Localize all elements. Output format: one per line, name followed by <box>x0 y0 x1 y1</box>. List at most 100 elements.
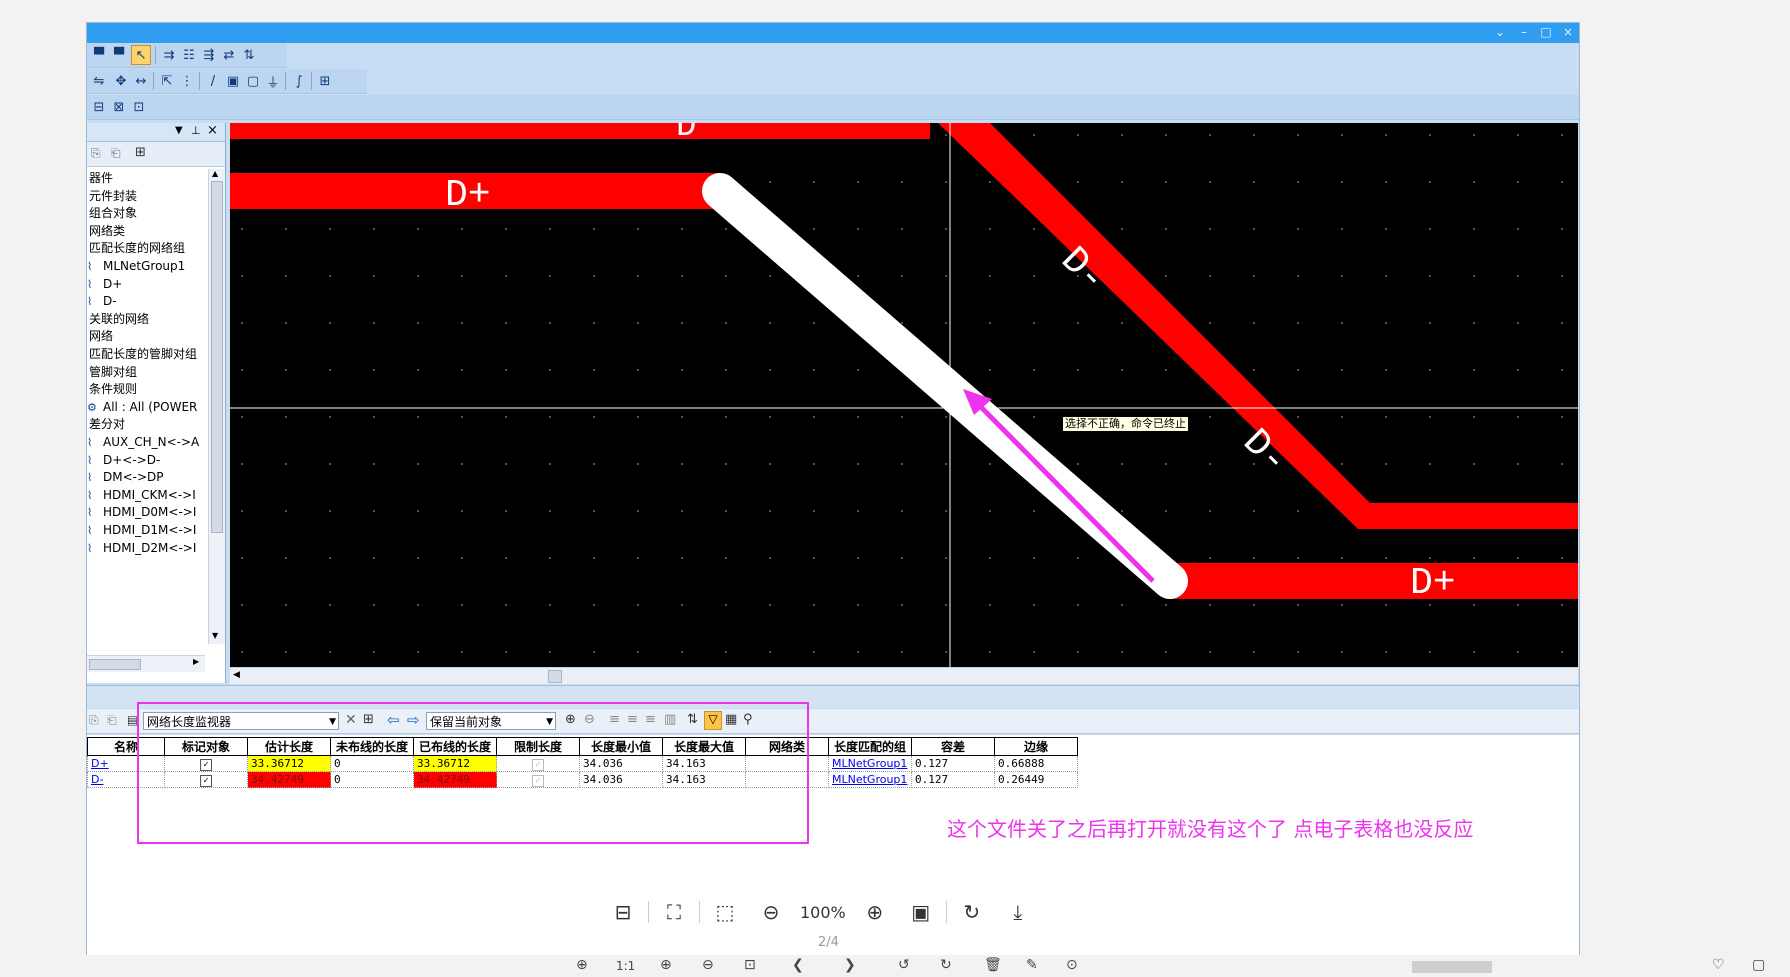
tree-item[interactable]: ⌇ AUX_CH_N<->A <box>87 433 199 452</box>
zoom-out-icon[interactable]: ⊖ <box>756 897 786 927</box>
select-arrow-icon[interactable]: ↖ <box>131 45 151 65</box>
zoom-in-small-icon[interactable]: ⊕ <box>660 957 672 973</box>
dropdown-icon[interactable]: ▼ <box>175 125 183 136</box>
undo-icon[interactable]: ↺ <box>898 957 910 973</box>
fullscreen-icon[interactable]: ⬚ <box>710 897 740 927</box>
move-icon[interactable]: ✥ <box>111 71 131 91</box>
tree-item[interactable]: 管脚对组 <box>89 363 137 382</box>
copy-icon[interactable]: ⎘ <box>91 146 101 161</box>
tree-item[interactable]: 条件规则 <box>89 380 137 399</box>
bus-route-icon[interactable]: ⇄ <box>219 45 239 65</box>
pen-icon[interactable]: / <box>203 71 223 91</box>
route-multi-icon[interactable]: ☷ <box>179 45 199 65</box>
pcb-canvas[interactable]: D D+ D- D- D+ 选择不正确，命令已终止 <box>230 123 1578 667</box>
cell-group[interactable]: MLNetGroup1 <box>828 771 912 788</box>
layer-pair-icon[interactable]: ▀ <box>109 45 129 65</box>
tree-item[interactable]: ⌇ D+ <box>87 275 122 294</box>
segment-icon[interactable]: ⋮ <box>177 71 197 91</box>
arc-icon[interactable]: ∫ <box>289 71 309 91</box>
next-icon[interactable]: ❯ <box>844 957 856 973</box>
cell-margin[interactable]: 0.66888 <box>994 755 1078 772</box>
comment-icon[interactable]: ▢ <box>1752 957 1765 973</box>
column-header[interactable]: 长度匹配的组 <box>828 737 912 756</box>
ground-icon[interactable]: ⏚ <box>263 71 283 91</box>
tree-scroll-thumb[interactable] <box>211 181 223 533</box>
thumbnail-strip[interactable] <box>1412 961 1492 973</box>
tree-item[interactable]: ⌇ HDMI_D2M<->I <box>87 539 196 558</box>
unlock-icon[interactable]: ▢ <box>243 71 263 91</box>
fanout-icon[interactable]: ⇶ <box>199 45 219 65</box>
actual-size-icon[interactable]: ▣ <box>906 897 936 927</box>
panel-properties-icon[interactable]: ⊞ <box>135 145 146 160</box>
tree-item[interactable]: ⌇ HDMI_D1M<->I <box>87 521 196 540</box>
tree-item[interactable]: 差分对 <box>89 415 125 434</box>
tree-item[interactable]: ⌇ HDMI_CKM<->I <box>87 486 196 505</box>
cell-margin[interactable]: 0.26449 <box>994 771 1078 788</box>
cell-tolerance[interactable]: 0.127 <box>911 755 995 772</box>
regroup-icon[interactable]: ⊡ <box>129 97 149 117</box>
close-icon[interactable]: × <box>1557 23 1579 43</box>
minimize-icon[interactable]: – <box>1513 23 1535 43</box>
tune-icon[interactable]: ⇅ <box>239 45 259 65</box>
ungroup-icon[interactable]: ⊠ <box>109 97 129 117</box>
tree-vertical-scrollbar[interactable]: ▲ ▼ <box>208 169 225 644</box>
tree-item[interactable]: 元件封装 <box>89 187 137 206</box>
favorite-icon[interactable]: ♡ <box>1712 957 1725 973</box>
tree-item[interactable]: ⌇ DM<->DP <box>87 468 164 487</box>
layer-icon[interactable]: ▀ <box>89 45 109 65</box>
move-layer-icon[interactable]: ⇋ <box>89 71 109 91</box>
stretch-icon[interactable]: ↔ <box>131 71 151 91</box>
more-icon[interactable]: ⊙ <box>1066 957 1078 973</box>
fit-screen-icon[interactable]: ⛶ <box>659 897 689 927</box>
collapse-icon[interactable]: ⌄ <box>1489 23 1511 43</box>
route-icon[interactable]: ⇉ <box>159 45 179 65</box>
tree-item[interactable]: 网络 <box>89 327 113 346</box>
tree-item[interactable]: ⚙ All : All (POWER <box>87 398 197 417</box>
tree-item[interactable]: 组合对象 <box>89 204 137 223</box>
title-bar: ⌄ – □ × <box>87 23 1579 43</box>
tree-item[interactable]: 关联的网络 <box>89 310 149 329</box>
delete-icon[interactable]: 🗑 <box>984 957 1002 973</box>
cell-tolerance[interactable]: 0.127 <box>911 771 995 788</box>
layout-icon[interactable]: ⊟ <box>608 897 638 927</box>
canvas-scroll-thumb[interactable] <box>548 670 562 683</box>
tree-item[interactable]: ⌇ D- <box>87 292 117 311</box>
tree-item[interactable]: ⌇ MLNetGroup1 <box>87 257 185 276</box>
tree-item[interactable]: ⌇ D+<->D- <box>87 451 160 470</box>
toolbar-row-1: ▀ ▀ ↖ ⇉ ☷ ⇶ ⇄ ⇅ <box>87 43 287 68</box>
redo-icon[interactable]: ↻ <box>940 957 952 973</box>
zoom-out-small-icon[interactable]: ⊖ <box>702 957 714 973</box>
canvas-horizontal-scrollbar[interactable]: ◀ <box>230 667 1578 684</box>
cell-group[interactable]: MLNetGroup1 <box>828 755 912 772</box>
tree-horizontal-scrollbar[interactable]: ▶ <box>87 655 205 672</box>
tree-item[interactable]: 匹配长度的网络组 <box>89 239 185 258</box>
prev-icon[interactable]: ❮ <box>792 957 804 973</box>
paste-icon[interactable]: ⎗ <box>107 713 117 728</box>
tree-hscroll-thumb[interactable] <box>89 659 141 670</box>
maximize-icon[interactable]: □ <box>1535 23 1557 43</box>
paste-icon[interactable]: ⎗ <box>111 146 121 161</box>
label-d-plus-right: D+ <box>1410 562 1456 605</box>
panel-close-icon[interactable]: × <box>207 123 218 138</box>
copy-icon[interactable]: ⎘ <box>89 713 99 728</box>
edit-pen-icon[interactable]: ✎ <box>1026 957 1038 973</box>
zoom-in-icon[interactable]: ⊕ <box>860 897 890 927</box>
download-icon[interactable]: ⤓ <box>1003 897 1033 927</box>
frame-icon[interactable]: ⊡ <box>744 957 756 973</box>
tree-item[interactable]: 匹配长度的管脚对组 <box>89 345 197 364</box>
tree-item[interactable]: 网络类 <box>89 222 125 241</box>
fit-icon[interactable]: ⊕ <box>576 957 588 973</box>
pin-icon[interactable]: ⊥ <box>191 124 201 137</box>
ratio-label[interactable]: 1:1 <box>616 959 635 973</box>
group-icon[interactable]: ⊟ <box>89 97 109 117</box>
rotate-icon[interactable]: ↻ <box>957 897 987 927</box>
tree-item[interactable]: ⌇ HDMI_D0M<->I <box>87 503 196 522</box>
tree-item-label: D+ <box>103 276 123 291</box>
tree-item[interactable]: 器件 <box>89 169 113 188</box>
properties-icon[interactable]: ⊞ <box>315 71 335 91</box>
label-d-plus-left: D+ <box>445 174 491 217</box>
column-header[interactable]: 边缘 <box>994 737 1078 756</box>
lock-icon[interactable]: ▣ <box>223 71 243 91</box>
column-header[interactable]: 容差 <box>911 737 995 756</box>
corner-icon[interactable]: ⇱ <box>157 71 177 91</box>
